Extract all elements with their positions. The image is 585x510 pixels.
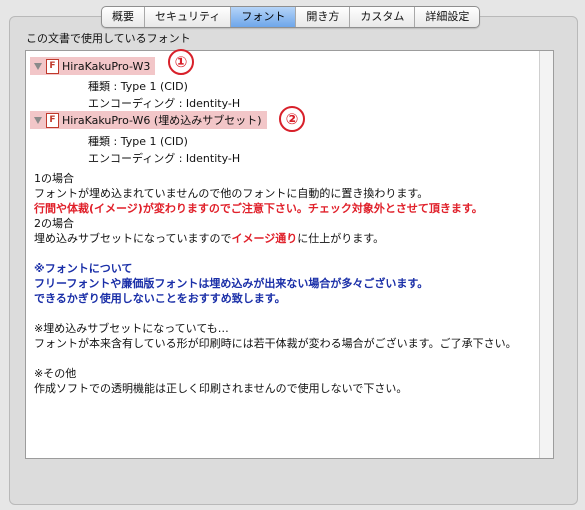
font-file-icon: F xyxy=(46,112,59,128)
font-name: HiraKakuPro-W3 xyxy=(62,59,151,73)
font-note-title: ※フォントについて xyxy=(34,262,133,275)
case1-warning: 行間や体裁(イメージ)が変わりますのでご注意下さい。チェック対象外とさせて頂きま… xyxy=(34,202,483,215)
font-name: HiraKakuPro-W6 (埋め込みサブセット) xyxy=(62,114,262,127)
tab-initial-view[interactable]: 開き方 xyxy=(295,7,349,27)
subset-note-title: ※埋め込みサブセットになっていても… xyxy=(34,322,229,335)
other-note-line1: 作成ソフトでの透明機能は正しく印刷されませんので使用しないで下さい。 xyxy=(34,382,408,395)
disclosure-triangle-icon[interactable] xyxy=(34,116,42,124)
tab-advanced[interactable]: 詳細設定 xyxy=(414,7,479,27)
annotation-badge-1: ① xyxy=(168,49,194,75)
section-title: この文書で使用しているフォント xyxy=(26,32,191,45)
case1-line1: フォントが埋め込まれていませんので他のフォントに自動的に置き換わります。 xyxy=(34,187,429,200)
tab-summary[interactable]: 概要 xyxy=(102,7,144,27)
case2-title: 2の場合 xyxy=(34,217,74,230)
disclosure-triangle-icon[interactable] xyxy=(34,62,42,70)
case1-title: 1の場合 xyxy=(34,172,74,185)
tab-bar: 概要 セキュリティ フォント 開き方 カスタム 詳細設定 xyxy=(101,6,481,28)
vertical-scrollbar[interactable] xyxy=(539,51,553,458)
font-note-line2: できるかぎり使用しないことをおすすめ致します。 xyxy=(34,292,286,305)
font-type: 種類 : Type 1 (CID) xyxy=(88,135,188,148)
case2-pre: 埋め込みサブセットになっていますので xyxy=(34,232,232,245)
font-item-2[interactable]: F HiraKakuPro-W6 (埋め込みサブセット) xyxy=(30,111,267,129)
case2-post: に仕上がります。 xyxy=(297,232,385,245)
font-encoding: エンコーディング : Identity-H xyxy=(88,97,241,110)
subset-note-line1: フォントが本来含有している形が印刷時には若干体裁が変わる場合がございます。ご了承… xyxy=(34,337,517,350)
font-type: 種類 : Type 1 (CID) xyxy=(88,80,188,93)
tab-security[interactable]: セキュリティ xyxy=(144,7,230,27)
case2-highlight: イメージ通り xyxy=(231,232,298,245)
case2-line1: 埋め込みサブセットになっていますのでイメージ通りに仕上がります。 xyxy=(34,231,384,246)
font-encoding: エンコーディング : Identity-H xyxy=(88,152,241,165)
font-note-line1: フリーフォントや廉価版フォントは埋め込みが出来ない場合が多々ございます。 xyxy=(34,277,429,290)
other-note-title: ※その他 xyxy=(34,367,77,380)
font-item-1[interactable]: F HiraKakuPro-W3 xyxy=(30,57,156,75)
annotation-badge-2: ② xyxy=(279,106,305,132)
tab-custom[interactable]: カスタム xyxy=(349,7,414,27)
tab-fonts[interactable]: フォント xyxy=(230,7,296,27)
font-file-icon: F xyxy=(46,58,59,74)
font-list: F HiraKakuPro-W3 ① 種類 : Type 1 (CID) エンコ… xyxy=(25,49,554,459)
